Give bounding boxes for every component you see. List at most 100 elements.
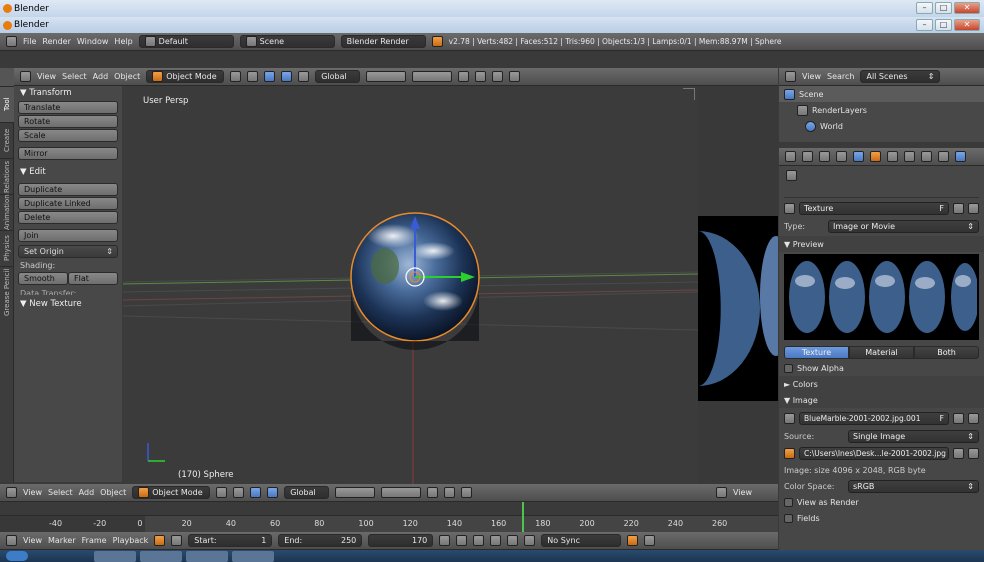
constraints-tab-icon[interactable]: [887, 151, 898, 162]
viewport-shading-icon[interactable]: [230, 71, 242, 82]
menu-window[interactable]: Window: [77, 37, 109, 46]
open-image-icon[interactable]: [953, 412, 964, 424]
preview-tab-material[interactable]: Material: [849, 345, 914, 359]
render-camera-icon[interactable]: [509, 71, 521, 82]
color-space-selector[interactable]: sRGB ⇕: [848, 479, 979, 493]
preview-panel-header[interactable]: ▼ Preview: [779, 236, 984, 252]
outliner-filter-selector[interactable]: All Scenes ⇕: [860, 70, 941, 83]
editor-type-icon[interactable]: [6, 487, 17, 498]
edit-panel-header[interactable]: ▼ Edit: [14, 165, 122, 179]
tab-physics[interactable]: Physics: [0, 230, 14, 266]
image-editor-icon[interactable]: [716, 487, 727, 498]
manipulator-icon[interactable]: [250, 487, 262, 498]
jump-end-icon[interactable]: [524, 535, 536, 546]
minimize-button[interactable]: –: [916, 2, 933, 14]
start-frame-field[interactable]: Start: 1: [188, 534, 273, 547]
unlink-image-icon[interactable]: [968, 412, 979, 424]
taskbar-app-4[interactable]: [232, 551, 274, 562]
taskbar-app-3[interactable]: [186, 551, 228, 562]
rotate-manipulator-icon[interactable]: [298, 71, 310, 82]
bottom-menu-select[interactable]: Select: [48, 488, 73, 497]
view-as-render-checkbox[interactable]: [784, 497, 793, 507]
scene-tab-icon[interactable]: [836, 151, 847, 162]
pack-icon[interactable]: [784, 447, 795, 459]
editor-type-icon[interactable]: [20, 71, 31, 82]
image-fake-user-flag[interactable]: F: [940, 414, 944, 423]
jump-next-key-icon[interactable]: [507, 535, 519, 546]
texture-name-field[interactable]: Texture F: [799, 201, 949, 215]
tab-animation[interactable]: Animation: [0, 194, 14, 230]
sync-mode-selector[interactable]: No Sync: [541, 534, 622, 547]
filepath-field[interactable]: C:\Users\Ines\Desk...le-2001-2002.jpg: [799, 446, 949, 460]
manipulator-icon[interactable]: [264, 71, 276, 82]
world-tab-icon[interactable]: [853, 151, 864, 162]
material-tab-icon[interactable]: [938, 151, 949, 162]
secondary-viewport[interactable]: [698, 86, 778, 484]
menu-add[interactable]: Add: [93, 72, 109, 81]
bottom-menu-object[interactable]: Object: [100, 488, 126, 497]
translate-manipulator-icon[interactable]: [281, 71, 293, 82]
outliner-item-renderlayers[interactable]: RenderLayers: [779, 102, 984, 118]
properties-editor-icon[interactable]: [785, 151, 796, 162]
duplicate-button[interactable]: Duplicate: [18, 183, 118, 196]
tab-create[interactable]: Create: [0, 122, 14, 158]
viewport-3d[interactable]: User Persp (170) Sphere: [123, 86, 698, 484]
preview-range-icon[interactable]: [154, 535, 166, 546]
unlink-texture-icon[interactable]: [968, 202, 979, 214]
tab-tool[interactable]: Tool: [0, 86, 14, 122]
bottom-menu-view[interactable]: View: [23, 488, 42, 497]
transform-orientation-selector[interactable]: Global: [315, 70, 361, 83]
jump-start-icon[interactable]: [439, 535, 451, 546]
bottom-menu-add[interactable]: Add: [79, 488, 95, 497]
menu-select[interactable]: Select: [62, 72, 87, 81]
scene-selector[interactable]: Scene: [239, 35, 335, 48]
image-editor-menu-view[interactable]: View: [733, 488, 752, 497]
jump-prev-key-icon[interactable]: [456, 535, 468, 546]
layers-grid-icon-2[interactable]: [412, 71, 453, 82]
file-browser-icon[interactable]: [953, 447, 964, 459]
tab-grease-pencil[interactable]: Grease Pencil: [0, 266, 14, 318]
taskbar-app-1[interactable]: [94, 551, 136, 562]
end-frame-field[interactable]: End: 250: [278, 534, 363, 547]
view-as-render-row[interactable]: View as Render: [779, 494, 984, 510]
preview-range-toggle-icon[interactable]: [171, 535, 183, 546]
show-alpha-checkbox[interactable]: [784, 363, 793, 373]
source-selector[interactable]: Single Image ⇕: [848, 429, 979, 443]
keying-set-icon[interactable]: [644, 535, 656, 546]
render-layers-tab-icon[interactable]: [819, 151, 830, 162]
area-split-corner-icon[interactable]: [683, 88, 695, 100]
play-reverse-icon[interactable]: [473, 535, 485, 546]
timeline-menu-playback[interactable]: Playback: [113, 536, 149, 545]
reload-icon[interactable]: [968, 447, 979, 459]
viewport-shading-icon[interactable]: [216, 487, 228, 498]
texture-tab-icon[interactable]: [955, 151, 966, 162]
layers-grid-icon[interactable]: [366, 71, 407, 82]
preview-tab-both[interactable]: Both: [914, 345, 979, 359]
texture-icon[interactable]: [784, 202, 795, 214]
menu-help[interactable]: Help: [114, 37, 132, 46]
proportional-edit-icon[interactable]: [492, 71, 504, 82]
image-browse-icon[interactable]: [784, 412, 795, 424]
minimize-button[interactable]: –: [916, 19, 933, 31]
image-panel-header[interactable]: ▼ Image: [779, 392, 984, 408]
texture-slot-list[interactable]: [784, 168, 979, 198]
outliner-menu-search[interactable]: Search: [827, 72, 854, 81]
object-tab-icon[interactable]: [870, 151, 881, 162]
fields-checkbox[interactable]: [784, 513, 793, 523]
show-alpha-row[interactable]: Show Alpha: [779, 360, 984, 376]
close-button[interactable]: ✕: [954, 19, 980, 31]
join-button[interactable]: Join: [18, 229, 118, 242]
snap-icon[interactable]: [444, 487, 456, 498]
data-tab-icon[interactable]: [921, 151, 932, 162]
texture-type-selector[interactable]: Image or Movie ⇕: [828, 219, 979, 233]
render-camera-icon[interactable]: [461, 487, 473, 498]
image-name-field[interactable]: BlueMarble-2001-2002.jpg.001 F: [799, 411, 949, 425]
scale-button[interactable]: Scale: [18, 129, 118, 142]
rotate-button[interactable]: Rotate: [18, 115, 118, 128]
mirror-button[interactable]: Mirror: [18, 147, 118, 160]
pivot-point-icon[interactable]: [247, 71, 259, 82]
outliner-item-world[interactable]: World: [779, 118, 984, 134]
preview-tab-texture[interactable]: Texture: [784, 345, 849, 359]
menu-object[interactable]: Object: [114, 72, 140, 81]
taskbar-app-2[interactable]: [140, 551, 182, 562]
